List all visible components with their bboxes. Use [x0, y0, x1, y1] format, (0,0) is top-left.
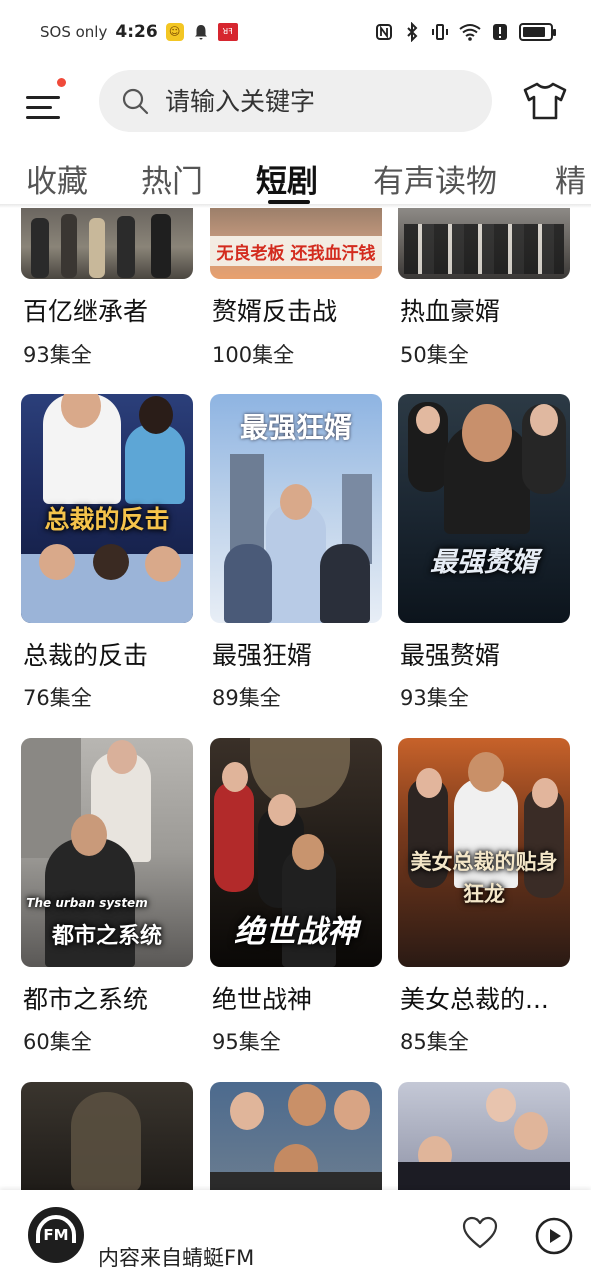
drama-cover: [398, 1082, 570, 1190]
tab-featured[interactable]: 精: [555, 156, 586, 201]
cover-subtitle: The urban system: [26, 896, 148, 910]
drama-title: 美女总裁的...: [400, 985, 549, 1014]
fm-logo: FM: [28, 1207, 84, 1263]
search-bar[interactable]: [99, 70, 492, 132]
drama-title: 总裁的反击: [23, 641, 149, 670]
search-input[interactable]: [165, 86, 465, 116]
battery-icon: [519, 23, 556, 41]
episode-count: 93集全: [23, 343, 92, 367]
tab-short-drama[interactable]: 短剧: [256, 156, 318, 201]
vibrate-icon: [432, 24, 448, 40]
episode-count: 100集全: [212, 343, 295, 367]
drama-cover: [210, 1082, 382, 1190]
wifi-icon: [459, 24, 481, 41]
drama-title: 热血豪婿: [400, 297, 501, 326]
drama-title: 百亿继承者: [23, 297, 149, 326]
notification-dot: [57, 78, 66, 87]
tab-popular[interactable]: 热门: [141, 156, 203, 201]
mini-player[interactable]: FM 内容来自蜻蜓FM: [0, 1190, 591, 1280]
bluetooth-icon: [407, 22, 418, 42]
search-icon: [122, 88, 149, 115]
episode-count: 93集全: [400, 686, 469, 710]
cover-title-art: 绝世战神: [234, 914, 358, 950]
cover-banner-text: 无良老板 还我血汗钱: [216, 244, 376, 264]
drama-cover: [21, 208, 193, 279]
status-bar: SOS only 4:26 ☺ ꓤꟻ: [0, 0, 591, 66]
cover-title-art: 最强赘婿: [430, 547, 538, 578]
tshirt-icon[interactable]: [522, 80, 568, 122]
drama-cover: [398, 208, 570, 279]
drama-cover: [21, 1082, 193, 1190]
category-tabs: 收藏 热门 短剧 有声读物 精: [0, 148, 591, 206]
drama-cover: 绝世战神: [210, 738, 382, 967]
tab-favorites[interactable]: 收藏: [26, 156, 88, 201]
red-app-icon: ꓤꟻ: [217, 23, 238, 41]
drama-cover: 总裁的反击: [21, 394, 193, 623]
app-notification-icon: ☺: [165, 23, 184, 41]
network-status: SOS only: [40, 23, 108, 41]
drama-title: 最强赘婿: [400, 641, 501, 670]
bell-icon: [194, 25, 207, 40]
menu-button[interactable]: [26, 78, 70, 122]
cover-title-art: 美女总裁的贴身狂龙: [410, 849, 558, 906]
fm-logo-text: FM: [43, 1226, 69, 1244]
cover-title-art: 总裁的反击: [44, 505, 170, 534]
play-icon[interactable]: [535, 1217, 573, 1255]
drama-title: 都市之系统: [23, 985, 149, 1014]
drama-cover: 最强赘婿: [398, 394, 570, 623]
status-left: SOS only 4:26 ☺ ꓤꟻ: [40, 22, 238, 42]
battery-level: [523, 27, 546, 37]
episode-count: 89集全: [212, 686, 281, 710]
status-right: [375, 22, 556, 42]
heart-icon[interactable]: [462, 1216, 498, 1250]
drama-cover: 无良老板 还我血汗钱: [210, 208, 382, 279]
episode-count: 50集全: [400, 343, 469, 367]
nfc-icon: [376, 24, 392, 40]
episode-count: 76集全: [23, 686, 92, 710]
drama-title: 最强狂婿: [212, 641, 313, 670]
drama-title: 赘婿反击战: [212, 297, 338, 326]
drama-cover: The urban system 都市之系统: [21, 738, 193, 967]
cover-title-art: 最强狂婿: [239, 411, 352, 444]
episode-count: 85集全: [400, 1030, 469, 1054]
content-source-text: 内容来自蜻蜓FM: [98, 1246, 255, 1270]
drama-cover: 最强狂婿: [210, 394, 382, 623]
header: [0, 68, 591, 134]
episode-count: 95集全: [212, 1030, 281, 1054]
alert-icon: [493, 24, 507, 40]
clock: 4:26: [115, 22, 158, 42]
episode-count: 60集全: [23, 1030, 92, 1054]
drama-grid: 百亿继承者 93集全 无良老板 还我血汗钱 赘婿反击战 100集全 热血豪婿 5…: [0, 208, 591, 1190]
drama-title: 绝世战神: [212, 985, 313, 1014]
drama-cover: 美女总裁的贴身狂龙: [398, 738, 570, 967]
cover-title-art: 都市之系统: [51, 923, 162, 949]
tab-audiobooks[interactable]: 有声读物: [373, 156, 497, 201]
